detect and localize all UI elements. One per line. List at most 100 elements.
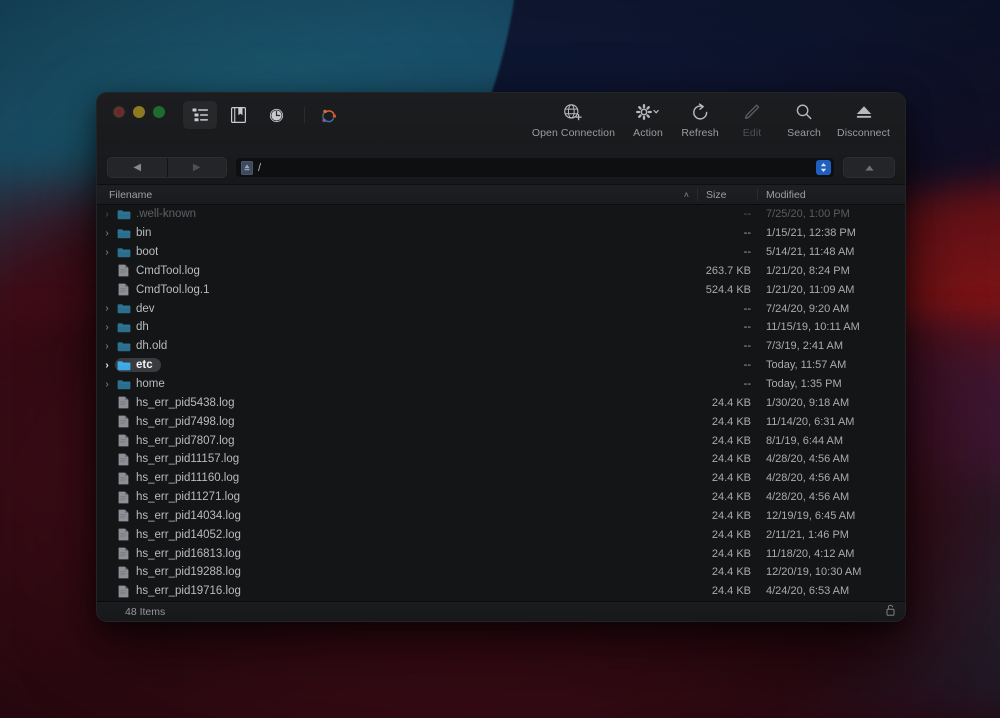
file-name-pill[interactable]: hs_err_pid19716.log xyxy=(115,584,249,599)
table-row[interactable]: hs_err_pid16813.log 24.4 KB 11/18/20, 4:12… xyxy=(97,544,905,563)
folder-icon xyxy=(116,228,131,239)
history-icon[interactable] xyxy=(259,101,293,129)
file-name-pill[interactable]: hs_err_pid19288.log xyxy=(115,565,249,580)
refresh-button[interactable]: Refresh xyxy=(674,99,726,139)
table-row[interactable]: CmdTool.log 263.7 KB 1/21/20, 8:24 PM xyxy=(97,262,905,281)
file-name-label: etc xyxy=(136,359,153,372)
file-modified-cell: 12/20/19, 10:30 AM xyxy=(766,566,862,579)
column-header-size[interactable]: Size xyxy=(697,185,757,204)
file-list[interactable]: › .well-known -- 7/25/20, 1:00 PM › bin -- 1/15… xyxy=(97,205,905,601)
table-row[interactable]: › dev -- 7/24/20, 9:20 AM xyxy=(97,299,905,318)
file-browser-window: Open Connection Action Refresh Edit Sear… xyxy=(96,92,906,622)
table-row[interactable]: › dh.old -- 7/3/19, 2:41 AM xyxy=(97,337,905,356)
disclosure-chevron-icon[interactable]: › xyxy=(99,209,115,220)
window-titlebar[interactable]: Open Connection Action Refresh Edit Sear… xyxy=(97,93,905,151)
file-name-label: dh.old xyxy=(136,340,168,353)
table-row[interactable]: › home -- Today, 1:35 PM xyxy=(97,375,905,394)
file-size-cell: 24.4 KB xyxy=(711,566,751,579)
column-header-size-label: Size xyxy=(706,188,727,201)
path-input[interactable]: / xyxy=(235,157,835,178)
file-name-pill[interactable]: hs_err_pid14034.log xyxy=(115,508,249,523)
file-name-label: hs_err_pid14034.log xyxy=(136,509,241,522)
file-name-label: hs_err_pid19288.log xyxy=(136,566,241,579)
unlocked-padlock-icon[interactable] xyxy=(886,604,895,619)
globe-plus-icon xyxy=(563,101,583,123)
file-name-pill[interactable]: hs_err_pid7498.log xyxy=(115,414,242,429)
path-stepper-button[interactable] xyxy=(816,160,831,175)
zoom-button[interactable] xyxy=(153,106,165,118)
go-to-parent-button[interactable] xyxy=(843,157,895,178)
bookmarks-icon[interactable] xyxy=(221,101,255,129)
folder-icon xyxy=(116,322,131,333)
disclosure-chevron-icon[interactable]: › xyxy=(99,360,115,371)
file-name-pill[interactable]: hs_err_pid16813.log xyxy=(115,546,249,561)
file-name-pill[interactable]: hs_err_pid5438.log xyxy=(115,395,242,410)
file-size-cell: 24.4 KB xyxy=(711,434,751,447)
table-row[interactable]: › bin -- 1/15/21, 12:38 PM xyxy=(97,224,905,243)
table-row[interactable]: hs_err_pid7498.log 24.4 KB 11/14/20, 6:31 … xyxy=(97,412,905,431)
file-name-pill[interactable]: home xyxy=(115,377,173,391)
file-name-cell: hs_err_pid7807.log xyxy=(97,433,697,448)
document-icon xyxy=(116,566,131,579)
open-connection-button[interactable]: Open Connection xyxy=(525,99,622,139)
file-name-pill[interactable]: bin xyxy=(115,226,159,240)
forward-button[interactable]: ▶ xyxy=(166,158,227,177)
table-row[interactable]: › dh -- 11/15/19, 10:11 AM xyxy=(97,318,905,337)
file-name-label: boot xyxy=(136,246,159,259)
table-row[interactable]: › boot -- 5/14/21, 11:48 AM xyxy=(97,243,905,262)
close-button[interactable] xyxy=(113,106,125,118)
back-forward-segmented-control: ◀ ▶ xyxy=(107,157,227,178)
file-name-pill[interactable]: CmdTool.log xyxy=(115,263,208,278)
table-row[interactable]: hs_err_pid11160.log 24.4 KB 4/28/20, 4:56 … xyxy=(97,469,905,488)
back-button[interactable]: ◀ xyxy=(108,158,167,177)
file-name-pill[interactable]: hs_err_pid11160.log xyxy=(115,471,247,486)
file-name-pill[interactable]: hs_err_pid11157.log xyxy=(115,452,247,467)
search-button[interactable]: Search xyxy=(778,99,830,139)
disclosure-chevron-icon[interactable]: › xyxy=(99,322,115,333)
document-icon xyxy=(116,453,131,466)
file-name-pill[interactable]: boot xyxy=(115,245,166,259)
disclosure-chevron-icon[interactable]: › xyxy=(99,247,115,258)
table-row[interactable]: hs_err_pid11157.log 24.4 KB 4/28/20, 4:56 … xyxy=(97,450,905,469)
disclosure-chevron-icon[interactable]: › xyxy=(99,341,115,352)
column-header-filename-label: Filename xyxy=(109,188,153,201)
file-name-pill[interactable]: hs_err_pid11271.log xyxy=(115,490,248,505)
file-name-pill[interactable]: hs_err_pid7807.log xyxy=(115,433,242,448)
column-header-filename[interactable]: Filename ˄ xyxy=(97,185,697,204)
table-row[interactable]: hs_err_pid19288.log 24.4 KB 12/20/19, 10:3… xyxy=(97,563,905,582)
file-name-pill[interactable]: hs_err_pid14052.log xyxy=(115,527,249,542)
table-row[interactable]: hs_err_pid11271.log 24.4 KB 4/28/20, 4:56 … xyxy=(97,488,905,507)
disclosure-chevron-icon[interactable]: › xyxy=(99,228,115,239)
file-modified-cell: 12/19/19, 6:45 AM xyxy=(766,509,856,522)
file-name-pill[interactable]: CmdTool.log.1 xyxy=(115,282,218,297)
file-modified-cell: 11/18/20, 4:12 AM xyxy=(766,547,855,560)
table-row[interactable]: hs_err_pid14034.log 24.4 KB 12/19/19, 6:45… xyxy=(97,507,905,526)
file-name-pill[interactable]: dh.old xyxy=(115,339,175,353)
minimize-button[interactable] xyxy=(133,106,145,118)
file-name-cell: › dev xyxy=(97,302,697,316)
file-name-cell: › home xyxy=(97,377,697,391)
disclosure-chevron-icon[interactable]: › xyxy=(99,379,115,390)
table-row[interactable]: › .well-known -- 7/25/20, 1:00 PM xyxy=(97,205,905,224)
action-label: Action xyxy=(633,127,663,139)
disclosure-chevron-icon[interactable]: › xyxy=(99,303,115,314)
file-name-label: hs_err_pid7498.log xyxy=(136,415,235,428)
column-header-modified[interactable]: Modified xyxy=(757,185,905,204)
transfers-icon[interactable] xyxy=(312,101,346,129)
table-row[interactable]: hs_err_pid19716.log 24.4 KB 4/24/20, 6:53 … xyxy=(97,582,905,601)
file-modified-cell: Today, 11:57 AM xyxy=(766,359,847,372)
file-name-pill[interactable]: dev xyxy=(115,302,163,316)
edit-button[interactable]: Edit xyxy=(726,99,778,139)
table-row[interactable]: hs_err_pid14052.log 24.4 KB 2/11/21, 1:46 … xyxy=(97,525,905,544)
browser-view-icon[interactable] xyxy=(183,101,217,129)
file-name-cell: hs_err_pid19716.log xyxy=(97,584,697,599)
disconnect-button[interactable]: Disconnect xyxy=(830,99,897,139)
table-row[interactable]: hs_err_pid5438.log 24.4 KB 1/30/20, 9:18 A… xyxy=(97,393,905,412)
table-row[interactable]: hs_err_pid7807.log 24.4 KB 8/1/19, 6:44 AM xyxy=(97,431,905,450)
action-button[interactable]: Action xyxy=(622,99,674,139)
file-name-pill[interactable]: etc xyxy=(115,358,161,373)
file-name-pill[interactable]: .well-known xyxy=(115,207,204,221)
file-name-pill[interactable]: dh xyxy=(115,320,157,334)
table-row[interactable]: CmdTool.log.1 524.4 KB 1/21/20, 11:09 AM xyxy=(97,280,905,299)
table-row[interactable]: › etc -- Today, 11:57 AM xyxy=(97,356,905,375)
